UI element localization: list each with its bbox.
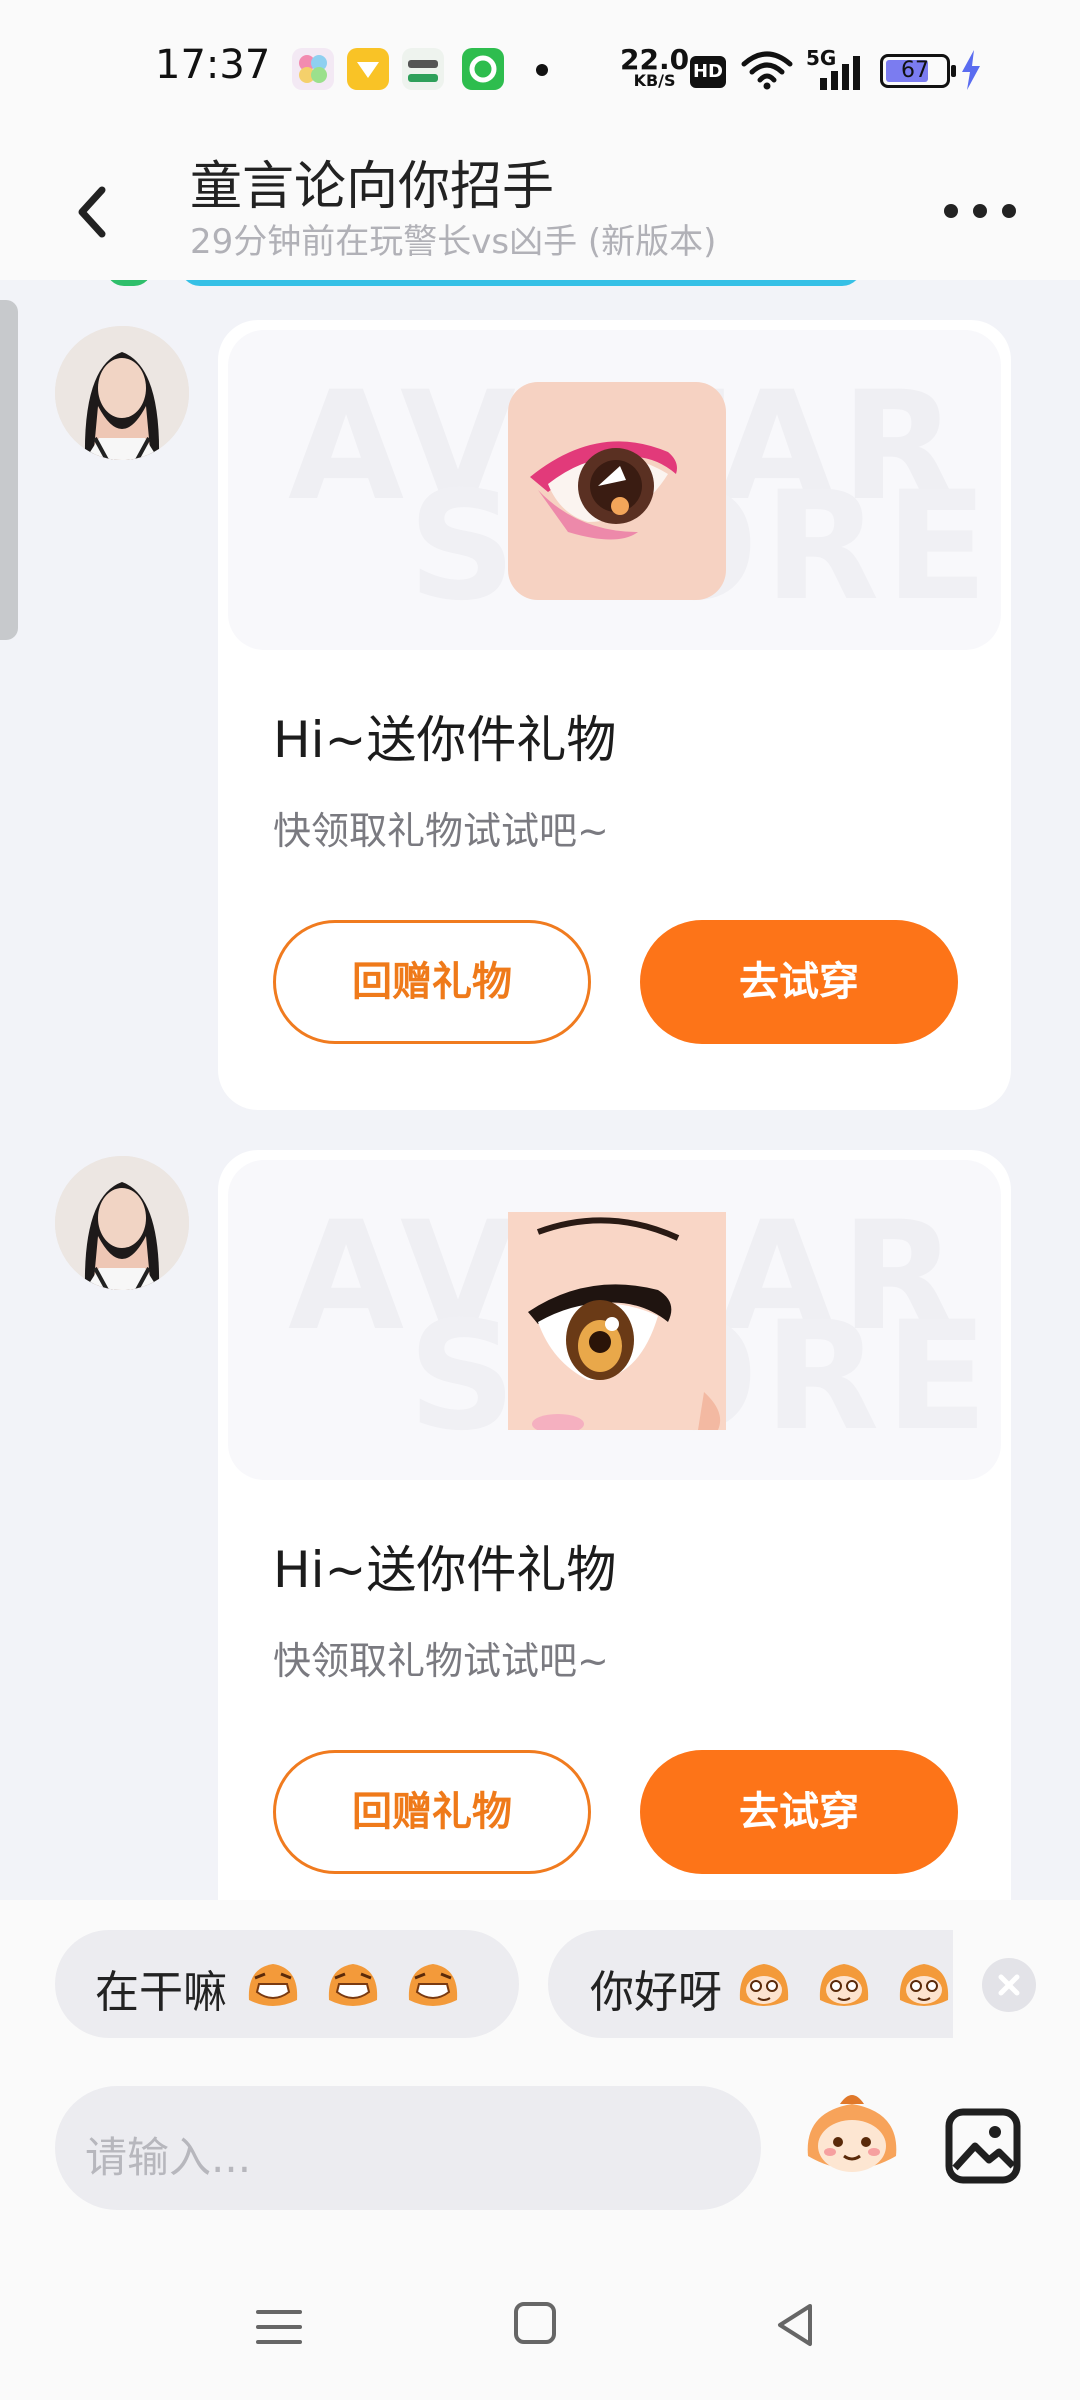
gift-eye-makeup-image[interactable]	[508, 382, 726, 600]
grinning-mascot-emoji-icon	[408, 1964, 458, 2006]
system-navigation-bar	[0, 2270, 1080, 2400]
gift-eye-image[interactable]	[508, 1212, 726, 1430]
gift-message-card[interactable]: AVATAR STORE Hi~送你件礼物 快领取礼物试试吧~ 回赠礼物 去试穿	[218, 1150, 1011, 1900]
avatar[interactable]	[55, 1156, 189, 1290]
status-bar: 17:37 22.0 KB/S HD 5G 67	[0, 0, 1080, 140]
try-on-button[interactable]: 去试穿	[640, 920, 958, 1044]
return-gift-button[interactable]: 回赠礼物	[273, 1750, 591, 1874]
image-gallery-button[interactable]	[943, 2106, 1023, 2186]
signal-icon	[820, 56, 860, 90]
app-notification-icon	[402, 48, 444, 90]
battery-icon: 67	[880, 54, 956, 88]
more-icon	[944, 204, 958, 218]
input-placeholder: 请输入...	[85, 2133, 252, 2182]
app-notification-icon	[292, 48, 334, 90]
status-time: 17:37	[155, 42, 271, 88]
recent-apps-button[interactable]	[256, 2302, 302, 2352]
gift-message-subtitle: 快领取礼物试试吧~	[273, 809, 609, 853]
triangle-back-icon	[778, 2304, 812, 2346]
user-status: 29分钟前在玩警长vs凶手 (新版本)	[190, 222, 717, 262]
try-on-button[interactable]: 去试穿	[640, 1750, 958, 1874]
gift-message-subtitle: 快领取礼物试试吧~	[273, 1639, 609, 1683]
home-button[interactable]	[514, 2302, 556, 2344]
gift-message-title: Hi~送你件礼物	[273, 1541, 617, 1599]
message-input[interactable]: 请输入...	[55, 2086, 761, 2210]
emoji-sticker-button[interactable]	[800, 2086, 904, 2190]
close-icon	[998, 1974, 1020, 1996]
quick-reply-chip[interactable]: 在干嘛	[55, 1930, 519, 2038]
grinning-mascot-emoji-icon	[248, 1964, 298, 2006]
quick-reply-label: 在干嘛	[95, 1967, 227, 2018]
network-speed: 22.0 KB/S	[620, 43, 690, 90]
hd-badge: HD	[690, 56, 726, 88]
smiling-mascot-emoji-icon	[739, 1964, 789, 2006]
return-gift-button[interactable]: 回赠礼物	[273, 920, 591, 1044]
smiling-mascot-emoji-icon	[819, 1964, 869, 2006]
mascot-emoji-icon	[807, 2095, 897, 2172]
close-quick-replies-button[interactable]	[982, 1958, 1036, 2012]
smiling-mascot-emoji-icon	[899, 1964, 949, 2006]
charging-icon	[962, 50, 980, 90]
app-notification-icon	[347, 48, 389, 90]
quick-reply-chip[interactable]: 你好呀	[548, 1930, 953, 2038]
previous-message-fragment	[180, 280, 862, 286]
gift-message-title: Hi~送你件礼物	[273, 711, 617, 769]
grinning-mascot-emoji-icon	[328, 1964, 378, 2006]
system-back-button[interactable]	[770, 2298, 820, 2352]
previous-message-fragment	[106, 280, 152, 286]
gift-preview[interactable]: AVATAR STORE	[228, 330, 1001, 650]
avatar[interactable]	[55, 326, 189, 460]
more-options-button[interactable]	[940, 184, 1020, 234]
gift-preview[interactable]: AVATAR STORE	[228, 1160, 1001, 1480]
quick-reply-label: 你好呀	[590, 1967, 722, 2018]
chevron-left-icon	[78, 186, 106, 238]
notification-dot	[536, 64, 548, 76]
message-list[interactable]: AVATAR STORE Hi~送你件礼物 快领取礼物试试吧~ 回赠礼物 去试穿	[0, 280, 1080, 1900]
back-button[interactable]	[60, 160, 130, 260]
image-icon	[945, 2108, 1021, 2184]
gift-message-card[interactable]: AVATAR STORE Hi~送你件礼物 快领取礼物试试吧~ 回赠礼物 去试穿	[218, 320, 1011, 1110]
chat-header: 童言论向你招手 29分钟前在玩警长vs凶手 (新版本)	[0, 140, 1080, 280]
wifi-icon	[741, 51, 793, 90]
app-notification-icon	[462, 48, 504, 90]
page-title: 童言论向你招手	[190, 157, 555, 217]
scrollbar[interactable]	[0, 300, 18, 640]
